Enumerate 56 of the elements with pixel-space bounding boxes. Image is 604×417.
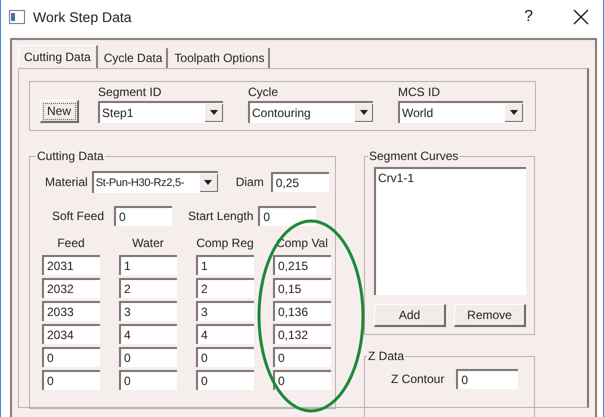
input-field[interactable]: 0: [196, 347, 254, 367]
tab[interactable]: Cutting Data: [18, 45, 98, 68]
input-field[interactable]: 0: [273, 347, 331, 367]
dropdown[interactable]: World: [398, 101, 524, 123]
input-field[interactable]: 1: [119, 255, 177, 275]
input-field[interactable]: 0: [196, 370, 254, 390]
field-label: Z Contour: [391, 372, 444, 386]
input-field[interactable]: 2: [196, 278, 254, 298]
group-title: Segment Curves: [368, 149, 460, 163]
help-button[interactable]: ?: [524, 8, 533, 26]
list-item[interactable]: Crv1-1: [378, 171, 524, 185]
dropdown[interactable]: Step1: [98, 101, 224, 123]
input-field[interactable]: 0,215: [273, 255, 331, 275]
input-field[interactable]: 0,132: [273, 324, 331, 344]
input-field[interactable]: 2: [119, 278, 177, 298]
column-header: Feed: [56, 236, 86, 250]
group-title: Cutting Data: [36, 149, 105, 163]
list-action-button[interactable]: Remove: [454, 304, 526, 327]
column-header: Comp Reg: [196, 236, 254, 250]
input-field[interactable]: 0: [119, 347, 177, 367]
window-title: Work Step Data: [33, 9, 133, 25]
input-field[interactable]: 2034: [42, 324, 100, 344]
input-field[interactable]: 0,136: [273, 301, 331, 321]
field-label: Start Length: [188, 209, 254, 223]
field-label: MCS ID: [398, 85, 442, 99]
input-field[interactable]: 2032: [42, 278, 100, 298]
input-field[interactable]: 0: [456, 369, 518, 389]
input-field[interactable]: 0: [114, 206, 172, 226]
input-field[interactable]: 0: [119, 370, 177, 390]
dropdown[interactable]: Contouring: [248, 101, 374, 123]
field-label: Diam: [236, 175, 264, 189]
input-field[interactable]: 3: [119, 301, 177, 321]
field-label: Cycle: [248, 85, 280, 99]
input-field[interactable]: 0: [258, 206, 316, 226]
input-field[interactable]: 0: [273, 370, 331, 390]
curve-list[interactable]: Crv1-1: [374, 167, 526, 295]
input-field[interactable]: 1: [196, 255, 254, 275]
input-field[interactable]: 2031: [42, 255, 100, 275]
field-label: Material: [45, 175, 88, 189]
input-field[interactable]: 3: [196, 301, 254, 321]
new-button[interactable]: New: [40, 100, 80, 123]
input-field[interactable]: 0,25: [270, 172, 329, 192]
input-field[interactable]: 0: [42, 370, 100, 390]
dropdown[interactable]: St-Pun-H30-Rz2,5-: [92, 171, 218, 193]
input-field[interactable]: 4: [196, 324, 254, 344]
input-field[interactable]: 2033: [42, 301, 100, 321]
list-action-button[interactable]: Add: [374, 304, 446, 327]
close-icon[interactable]: [573, 9, 589, 25]
group-title: Z Data: [367, 349, 406, 363]
field-label: Segment ID: [98, 85, 162, 99]
column-header: Water: [131, 236, 165, 250]
field-label: Soft Feed: [52, 209, 104, 223]
input-field[interactable]: 0,15: [273, 278, 331, 298]
window-icon: [9, 10, 25, 24]
input-field[interactable]: 0: [42, 347, 100, 367]
input-field[interactable]: 4: [119, 324, 177, 344]
